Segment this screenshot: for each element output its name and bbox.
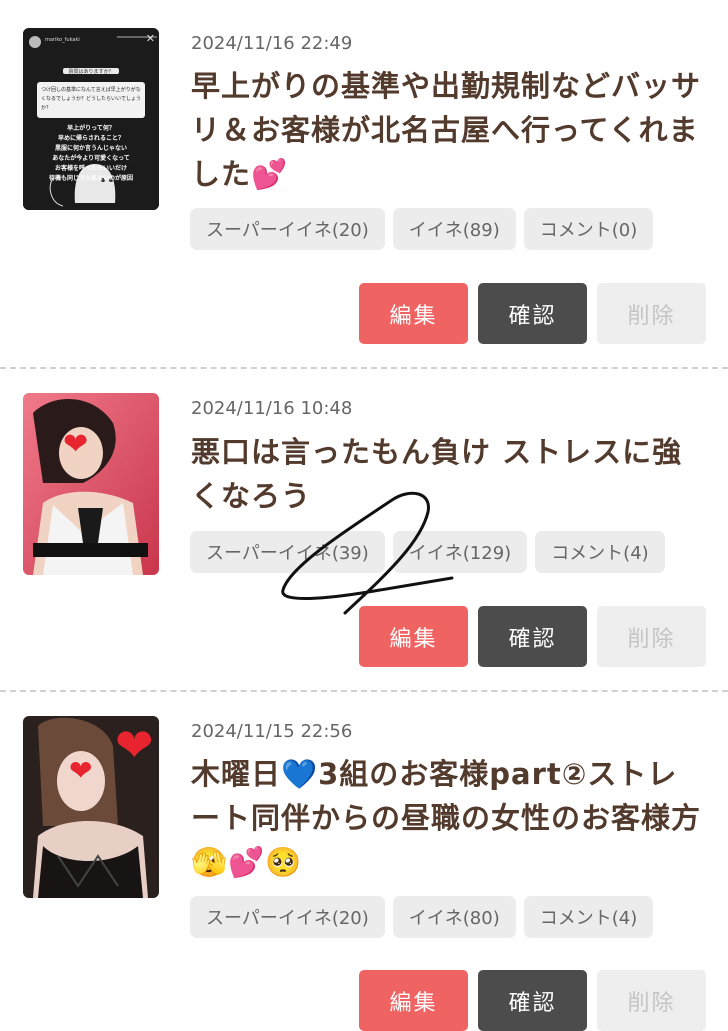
post-actions: 編集 確認 削除 xyxy=(359,606,706,667)
post-date: 2024/11/16 22:49 xyxy=(191,33,353,54)
post-title[interactable]: 早上がりの基準や出勤規制などバッサリ＆お客様が北名古屋へ行ってくれました💕 xyxy=(191,64,701,196)
post-thumbnail[interactable]: ❤ xyxy=(23,393,159,575)
like-count: イイネ(129) xyxy=(392,531,528,573)
post-divider xyxy=(0,690,728,692)
post-date: 2024/11/15 22:56 xyxy=(191,721,353,742)
post-title[interactable]: 悪口は言ったもん負け ストレスに強くなろう xyxy=(191,430,701,518)
confirm-button[interactable]: 確認 xyxy=(478,283,587,344)
super-like-count: スーパーイイネ(39) xyxy=(190,531,385,573)
close-icon: ✕ xyxy=(145,32,155,45)
photo-image xyxy=(23,393,159,575)
delete-button[interactable]: 削除 xyxy=(597,970,706,1031)
comment-count: コメント(0) xyxy=(523,208,654,250)
post-stats: スーパーイイネ(20) イイネ(80) コメント(4) xyxy=(190,896,654,938)
comment-count: コメント(4) xyxy=(535,531,665,573)
story-question-text: つけ回しの基準になんて言えば早上がりがなくなるでしょうか？どうしたらいいでしょう… xyxy=(41,87,141,111)
delete-button[interactable]: 削除 xyxy=(597,606,706,667)
delete-button[interactable]: 削除 xyxy=(597,283,706,344)
story-line: お客様を呼べたらいいだけ xyxy=(54,165,127,172)
like-count: イイネ(89) xyxy=(392,208,516,250)
post-stats: スーパーイイネ(20) イイネ(89) コメント(0) xyxy=(190,208,654,250)
story-handle: mariko_fukaki xyxy=(45,37,80,43)
post-thumbnail[interactable]: mariko_fukaki 質問はありますか？ つけ回しの基準になんて言えば早上… xyxy=(23,28,159,210)
edit-button[interactable]: 編集 xyxy=(359,970,468,1031)
story-line: あなたが今より可愛くなって xyxy=(52,155,130,162)
story-question-label: 質問はありますか？ xyxy=(68,69,114,75)
story-line: 待機も同じで人気ないのが原因 xyxy=(48,175,133,182)
story-line: 早めに帰らされること？ xyxy=(57,135,124,142)
post-title[interactable]: 木曜日💙3組のお客様part②ストレート同伴からの昼職の女性のお客様方🫣💕🥺 xyxy=(191,752,701,884)
heart-icon: ❤ xyxy=(115,718,154,772)
like-count: イイネ(80) xyxy=(392,896,516,938)
super-like-count: スーパーイイネ(20) xyxy=(190,208,385,250)
edit-button[interactable]: 編集 xyxy=(359,606,468,667)
post-actions: 編集 確認 削除 xyxy=(359,283,706,344)
post-thumbnail[interactable]: ❤ ❤ xyxy=(23,716,159,898)
post-date: 2024/11/16 10:48 xyxy=(191,398,353,419)
edit-button[interactable]: 編集 xyxy=(359,283,468,344)
story-answer-text: 早上がりって何？ 早めに帰らされること？ 黒服に何か言うんじゃない あなたが今よ… xyxy=(35,124,147,184)
post-divider xyxy=(0,367,728,369)
story-line: 黒服に何か言うんじゃない xyxy=(54,145,127,152)
story-line: 早上がりって何？ xyxy=(67,125,115,132)
comment-count: コメント(4) xyxy=(523,896,654,938)
post-actions: 編集 確認 削除 xyxy=(359,970,706,1031)
heart-icon: ❤ xyxy=(63,427,89,462)
super-like-count: スーパーイイネ(20) xyxy=(190,896,385,938)
confirm-button[interactable]: 確認 xyxy=(478,606,587,667)
heart-icon: ❤ xyxy=(69,754,93,787)
confirm-button[interactable]: 確認 xyxy=(478,970,587,1031)
post-stats: スーパーイイネ(39) イイネ(129) コメント(4) xyxy=(190,531,665,573)
